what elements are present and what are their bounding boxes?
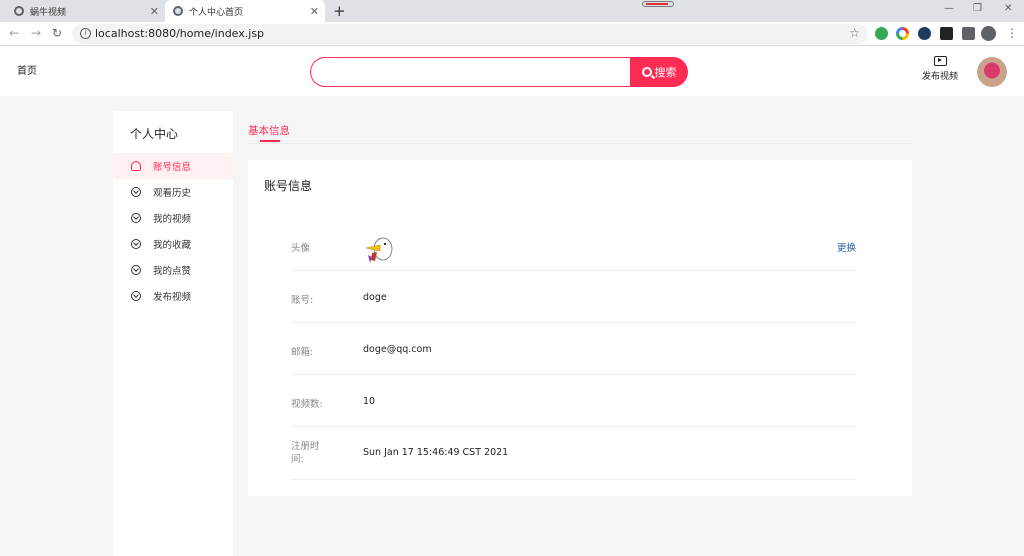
extensions-puzzle-icon[interactable] [962, 27, 975, 40]
chevron-circle-icon [131, 291, 141, 301]
video-upload-icon [933, 56, 947, 66]
sidebar-item-label: 账号信息 [153, 162, 192, 173]
browser-tab-title: 蜗牛视频 [30, 7, 67, 18]
register-time-value: Sun Jan 17 15:46:49 CST 2021 [363, 447, 509, 458]
sidebar-item-my-likes[interactable]: 我的点赞 [113, 257, 233, 283]
account-row: 账号: doge [291, 271, 856, 323]
sidebar-item-label: 发布视频 [153, 292, 192, 303]
restore-window-button[interactable]: ❐ [973, 3, 982, 14]
search-icon [641, 67, 652, 77]
extension-color-ring-icon[interactable] [896, 27, 909, 40]
close-tab-icon[interactable]: ✕ [310, 5, 319, 18]
publish-video-label: 发布视频 [921, 72, 958, 82]
forward-icon[interactable]: → [31, 26, 41, 40]
video-count-value: 10 [363, 396, 376, 407]
video-count-label: 视频数: [291, 399, 323, 410]
info-icon[interactable]: i [80, 28, 91, 39]
address-url[interactable]: localhost:8080/home/index.jsp [95, 27, 264, 40]
account-label: 账号: [291, 295, 314, 306]
duck-avatar-image [365, 237, 393, 263]
user-avatar[interactable] [977, 57, 1007, 87]
sidebar-item-watch-history[interactable]: 观看历史 [113, 179, 233, 205]
recording-indicator [642, 1, 674, 7]
globe-icon [14, 6, 24, 16]
sidebar-item-publish-video[interactable]: 发布视频 [113, 283, 233, 309]
extension-green-icon[interactable] [875, 27, 888, 40]
browser-tab-title: 个人中心首页 [189, 7, 244, 18]
globe-icon [173, 6, 183, 16]
active-tab-indicator [260, 140, 280, 142]
user-icon [131, 161, 141, 171]
email-value: doge@qq.com [363, 344, 432, 355]
minimize-window-button[interactable]: — [944, 3, 954, 14]
video-count-row: 视频数: 10 [291, 375, 856, 427]
close-tab-icon[interactable]: ✕ [150, 5, 159, 18]
address-bar[interactable]: i localhost:8080/home/index.jsp ☆ [72, 24, 868, 44]
sidebar-item-label: 我的收藏 [153, 240, 192, 251]
chevron-circle-icon [131, 187, 141, 197]
reload-icon[interactable]: ↻ [52, 26, 62, 40]
register-time-label: 注册时间: [291, 441, 320, 465]
email-row: 邮箱: doge@qq.com [291, 323, 856, 375]
search-input[interactable] [310, 57, 632, 87]
sidebar: 个人中心 账号信息 观看历史 我的视频 我的收藏 我的点赞 发布视频 [113, 111, 233, 556]
search-button-label: 搜索 [654, 66, 677, 79]
close-window-button[interactable]: ✕ [1004, 3, 1012, 14]
more-menu-icon[interactable]: ⋮ [1006, 26, 1018, 40]
sidebar-item-label: 我的视频 [153, 214, 192, 225]
browser-tab-1[interactable]: 蜗牛视频 ✕ [0, 0, 165, 22]
sidebar-item-my-videos[interactable]: 我的视频 [113, 205, 233, 231]
tab-divider [248, 143, 912, 144]
publish-video-button[interactable]: 发布视频 [916, 56, 964, 82]
chevron-circle-icon [131, 239, 141, 249]
back-icon[interactable]: ← [9, 26, 19, 40]
extension-square-icon[interactable] [940, 27, 953, 40]
register-time-row: 注册时间: Sun Jan 17 15:46:49 CST 2021 [291, 427, 856, 480]
chevron-circle-icon [131, 213, 141, 223]
extension-hash-icon[interactable] [918, 27, 931, 40]
home-link[interactable]: 首页 [17, 62, 37, 77]
new-tab-button[interactable]: + [333, 2, 346, 20]
change-avatar-link[interactable]: 更换 [837, 240, 856, 254]
browser-tab-2[interactable]: 个人中心首页 ✕ [165, 0, 325, 22]
account-info-card: 账号信息 头像 更换 账号: doge 邮箱: doge@qq.com 视频数:… [248, 160, 912, 496]
sidebar-title: 个人中心 [130, 127, 179, 141]
bookmark-star-icon[interactable]: ☆ [849, 26, 860, 40]
profile-avatar-icon[interactable] [981, 26, 996, 41]
browser-tab-bar: 蜗牛视频 ✕ 个人中心首页 ✕ + — ❐ ✕ [0, 0, 1024, 22]
search-button[interactable]: 搜索 [630, 57, 688, 87]
card-title: 账号信息 [264, 179, 313, 193]
account-value: doge [363, 292, 387, 303]
avatar-label: 头像 [291, 243, 311, 254]
tab-basic-info[interactable]: 基本信息 [248, 123, 290, 138]
email-label: 邮箱: [291, 347, 314, 358]
sidebar-item-label: 观看历史 [153, 188, 192, 199]
sidebar-item-my-favorites[interactable]: 我的收藏 [113, 231, 233, 257]
sidebar-item-account-info[interactable]: 账号信息 [113, 153, 233, 179]
site-header: 首页 搜索 发布视频 [0, 47, 1024, 96]
browser-toolbar: ← → ↻ i localhost:8080/home/index.jsp ☆ [0, 22, 1024, 46]
chevron-circle-icon [131, 265, 141, 275]
sidebar-item-label: 我的点赞 [153, 266, 192, 277]
avatar-row: 头像 更换 [291, 223, 856, 271]
